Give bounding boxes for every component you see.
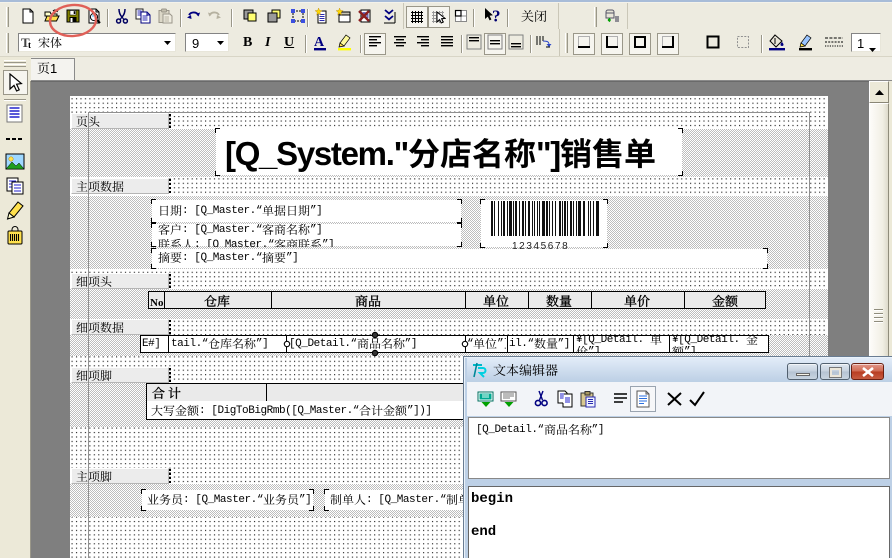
svg-text:A: A <box>314 35 325 50</box>
svg-text:t: t <box>28 40 31 50</box>
svg-text:?: ? <box>492 8 501 24</box>
